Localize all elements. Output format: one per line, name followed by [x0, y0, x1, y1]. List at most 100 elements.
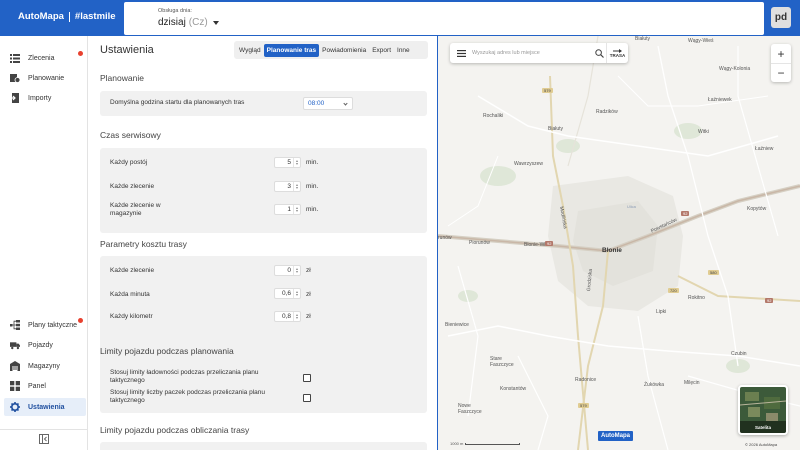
settings-panel: Ustawienia Wygląd Planowanie tras Powiad…: [88, 36, 437, 450]
road-number-badge: 92: [545, 241, 554, 246]
map-place-label: Piorunów: [469, 240, 490, 246]
cost-row-label: Każdy kilometr: [110, 313, 153, 320]
tab-export[interactable]: Export: [369, 44, 394, 57]
section-title-planowanie: Planowanie: [100, 73, 144, 83]
service-warehouse-stepper[interactable]: 1: [274, 204, 301, 215]
sidebar-item-zlecenia[interactable]: Zlecenia: [4, 49, 86, 67]
map-place-label: Wawrzyszew: [514, 161, 543, 167]
collapse-sidebar-icon[interactable]: [38, 434, 49, 446]
stepper-arrows-icon[interactable]: [293, 182, 300, 191]
gear-icon: [10, 402, 20, 412]
stepper-arrows-icon[interactable]: [293, 312, 300, 321]
sidebar-item-pojazdy[interactable]: Pojazdy: [4, 336, 86, 354]
caret-down-icon: [212, 20, 219, 25]
search-icon[interactable]: [592, 48, 606, 58]
sidebar-item-panel[interactable]: Panel: [4, 377, 86, 395]
map[interactable]: Wyszukaj adres lub miejsce TRASA + − Bło…: [438, 36, 800, 450]
user-avatar[interactable]: pd: [771, 7, 791, 28]
brand-separator: [68, 11, 70, 22]
stepper-arrows-icon[interactable]: [293, 158, 300, 167]
map-place-label: Rochaliki: [483, 113, 504, 119]
cost-order-stepper[interactable]: 0: [274, 265, 301, 276]
map-place-label: Kopytów: [747, 206, 767, 212]
zoom-in-button[interactable]: +: [771, 44, 791, 63]
stepper-value: 0: [287, 267, 291, 274]
route-button-label: TRASA: [609, 52, 626, 58]
sidebar-item-planowanie[interactable]: Planowanie: [4, 69, 86, 87]
map-place-label: Stare Faszczyce: [490, 356, 514, 368]
hamburger-menu-icon[interactable]: [450, 49, 472, 57]
brand-tagline: #lastmile: [74, 11, 116, 22]
map-place-label: Radzików: [596, 109, 618, 115]
sidebar-item-ustawienia[interactable]: Ustawienia: [4, 398, 86, 416]
cost-row-label: Każda minuta: [110, 291, 150, 298]
map-place-label: Żukówka: [644, 382, 665, 388]
cost-minute-stepper[interactable]: 0,6: [274, 288, 301, 299]
import-icon: [10, 93, 20, 103]
route-button[interactable]: TRASA: [606, 43, 628, 63]
map-scale-label: 1000 m: [450, 441, 464, 446]
sidebar-item-label: Importy: [28, 94, 52, 102]
service-row-label: Każde zlecenie w magazynie: [110, 202, 161, 217]
map-place-label: Wągy-Kolonia: [719, 66, 751, 72]
stepper-value: 0,8: [281, 313, 291, 320]
stepper-arrows-icon[interactable]: [293, 289, 300, 298]
map-place-label: Białuty: [635, 36, 651, 42]
stepper-value: 5: [287, 159, 291, 166]
sidebar-item-importy[interactable]: Importy: [4, 89, 86, 107]
top-bar: AutoMapa #lastmile Obsługa dnia: dzisiaj…: [0, 0, 800, 36]
tab-planowanie-tras[interactable]: Planowanie tras: [263, 43, 320, 57]
map-place-label: Czubin: [731, 351, 747, 357]
sidebar-item-label: Ustawienia: [28, 403, 65, 411]
map-place-label: Łaźniewek: [708, 97, 732, 103]
map-place-label: Bieniewice: [445, 322, 469, 328]
road-number-badge: 579: [578, 403, 589, 408]
service-order-stepper[interactable]: 3: [274, 181, 301, 192]
stepper-arrows-icon[interactable]: [293, 205, 300, 214]
service-stop-stepper[interactable]: 5: [274, 157, 301, 168]
settings-tabs: Wygląd Planowanie tras Powiadomienia Exp…: [234, 41, 428, 59]
brand[interactable]: AutoMapa #lastmile: [18, 11, 116, 22]
chevron-down-icon: [343, 101, 348, 106]
start-time-label: Domyślna godzina startu dla planowanych …: [110, 99, 245, 106]
limit-capacity-checkbox[interactable]: [303, 374, 311, 382]
cost-row-label: Każde zlecenie: [110, 267, 155, 274]
tactical-plans-icon: [10, 320, 20, 330]
stepper-value: 1: [287, 206, 291, 213]
zoom-out-button[interactable]: −: [771, 63, 791, 82]
warehouse-icon: [10, 361, 20, 371]
day-selector[interactable]: Obsługa dnia: dzisiaj (Cz): [124, 2, 764, 35]
service-time-card: Każdy postój 5 min. Każde zlecenie 3 min…: [100, 148, 427, 233]
stepper-arrows-icon[interactable]: [293, 266, 300, 275]
notification-badge: [78, 51, 83, 56]
day-value: dzisiaj: [158, 17, 186, 28]
sidebar-item-label: Planowanie: [28, 74, 65, 82]
tab-inne[interactable]: Inne: [394, 44, 413, 57]
road-number-badge: 720: [668, 288, 679, 293]
tab-wyglad[interactable]: Wygląd: [236, 44, 264, 57]
sidebar-item-label: Zlecenia: [28, 54, 55, 62]
map-search-input[interactable]: Wyszukaj adres lub miejsce: [472, 50, 592, 56]
map-scale: 1000 m: [450, 441, 521, 446]
section-title-czas-serwisowy: Czas serwisowy: [100, 130, 161, 140]
limit-packages-checkbox[interactable]: [303, 394, 311, 402]
sidebar-item-plany-taktyczne[interactable]: Plany taktyczne: [4, 316, 86, 334]
unit-label: zł: [306, 313, 311, 320]
map-place-label: Błonie: [602, 247, 622, 254]
day-selector-value[interactable]: dzisiaj (Cz): [158, 17, 219, 28]
cost-km-stepper[interactable]: 0,8: [274, 311, 301, 322]
satellite-label: Satelita: [754, 425, 771, 430]
tab-powiadomienia[interactable]: Powiadomienia: [319, 44, 369, 57]
map-place-label: Rokitno: [688, 295, 705, 301]
road-number-badge: 92: [765, 298, 774, 303]
satellite-toggle[interactable]: Satelita: [738, 385, 788, 435]
sidebar-item-label: Plany taktyczne: [28, 321, 78, 329]
sidebar-item-magazyny[interactable]: Magazyny: [4, 357, 86, 375]
limit-row-label: Stosuj limity liczby paczek podczas prze…: [110, 389, 265, 404]
map-place-label: Nowe Faszczyce: [458, 403, 482, 415]
start-time-select[interactable]: 08:00: [303, 97, 353, 110]
stepper-value: 3: [287, 183, 291, 190]
map-place-label: Lipki: [656, 309, 667, 315]
sidebar-footer: [0, 429, 87, 450]
map-place-label: Białuty: [548, 126, 564, 132]
